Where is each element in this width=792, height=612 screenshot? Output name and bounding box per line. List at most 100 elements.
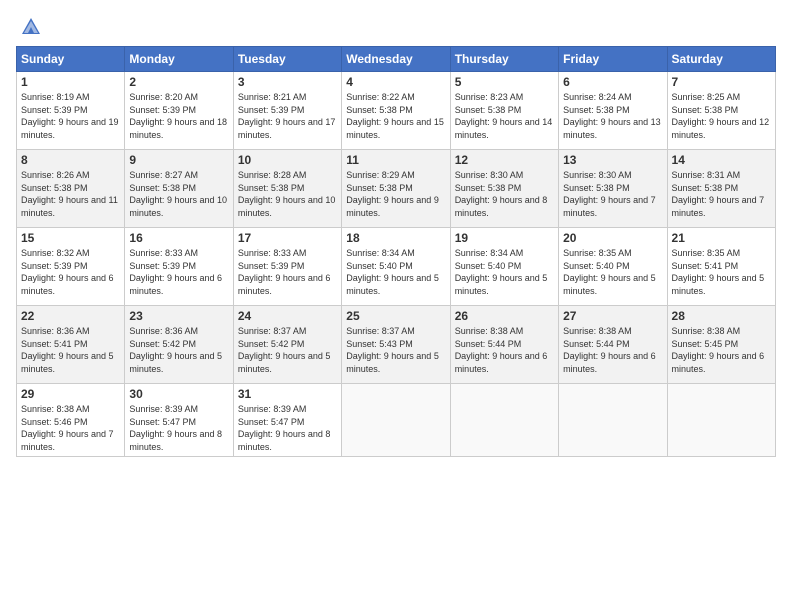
day-info: Sunrise: 8:37 AMSunset: 5:43 PMDaylight:… <box>346 325 445 375</box>
day-info: Sunrise: 8:25 AMSunset: 5:38 PMDaylight:… <box>672 91 771 141</box>
day-number: 3 <box>238 75 337 89</box>
day-number: 24 <box>238 309 337 323</box>
day-number: 27 <box>563 309 662 323</box>
day-info: Sunrise: 8:33 AMSunset: 5:39 PMDaylight:… <box>238 247 337 297</box>
calendar-cell: 2 Sunrise: 8:20 AMSunset: 5:39 PMDaylight… <box>125 72 233 150</box>
day-number: 13 <box>563 153 662 167</box>
day-info: Sunrise: 8:36 AMSunset: 5:42 PMDaylight:… <box>129 325 228 375</box>
day-info: Sunrise: 8:30 AMSunset: 5:38 PMDaylight:… <box>455 169 554 219</box>
calendar-row: 1 Sunrise: 8:19 AMSunset: 5:39 PMDaylight… <box>17 72 776 150</box>
day-number: 22 <box>21 309 120 323</box>
calendar-cell: 9Sunrise: 8:27 AMSunset: 5:38 PMDaylight… <box>125 150 233 228</box>
day-info: Sunrise: 8:33 AMSunset: 5:39 PMDaylight:… <box>129 247 228 297</box>
calendar-cell: 22 Sunrise: 8:36 AMSunset: 5:41 PMDayligh… <box>17 306 125 384</box>
day-info: Sunrise: 8:20 AMSunset: 5:39 PMDaylight:… <box>129 91 228 141</box>
logo-icon <box>20 16 42 38</box>
calendar-cell: 31Sunrise: 8:39 AMSunset: 5:47 PMDayligh… <box>233 384 341 457</box>
day-info: Sunrise: 8:24 AMSunset: 5:38 PMDaylight:… <box>563 91 662 141</box>
calendar-cell: 15Sunrise: 8:32 AMSunset: 5:39 PMDayligh… <box>17 228 125 306</box>
calendar-cell: 28Sunrise: 8:38 AMSunset: 5:45 PMDayligh… <box>667 306 775 384</box>
calendar-cell: 21Sunrise: 8:35 AMSunset: 5:41 PMDayligh… <box>667 228 775 306</box>
weekday-header-cell: Monday <box>125 47 233 72</box>
calendar-cell: 20 Sunrise: 8:35 AMSunset: 5:40 PMDayligh… <box>559 228 667 306</box>
day-number: 26 <box>455 309 554 323</box>
calendar-cell: 12 Sunrise: 8:30 AMSunset: 5:38 PMDayligh… <box>450 150 558 228</box>
day-info: Sunrise: 8:28 AMSunset: 5:38 PMDaylight:… <box>238 169 337 219</box>
calendar-cell <box>559 384 667 457</box>
day-info: Sunrise: 8:27 AMSunset: 5:38 PMDaylight:… <box>129 169 228 219</box>
calendar-cell <box>342 384 450 457</box>
day-number: 8 <box>21 153 120 167</box>
weekday-header-row: SundayMondayTuesdayWednesdayThursdayFrid… <box>17 47 776 72</box>
calendar-cell: 10Sunrise: 8:28 AMSunset: 5:38 PMDayligh… <box>233 150 341 228</box>
calendar-cell: 3 Sunrise: 8:21 AMSunset: 5:39 PMDaylight… <box>233 72 341 150</box>
day-number: 23 <box>129 309 228 323</box>
calendar-cell: 23 Sunrise: 8:36 AMSunset: 5:42 PMDayligh… <box>125 306 233 384</box>
day-info: Sunrise: 8:26 AMSunset: 5:38 PMDaylight:… <box>21 169 120 219</box>
weekday-header-cell: Tuesday <box>233 47 341 72</box>
day-number: 1 <box>21 75 120 89</box>
day-info: Sunrise: 8:35 AMSunset: 5:40 PMDaylight:… <box>563 247 662 297</box>
day-number: 2 <box>129 75 228 89</box>
calendar-cell: 4 Sunrise: 8:22 AMSunset: 5:38 PMDaylight… <box>342 72 450 150</box>
calendar-row: 8 Sunrise: 8:26 AMSunset: 5:38 PMDaylight… <box>17 150 776 228</box>
day-number: 6 <box>563 75 662 89</box>
day-info: Sunrise: 8:19 AMSunset: 5:39 PMDaylight:… <box>21 91 120 141</box>
day-info: Sunrise: 8:34 AMSunset: 5:40 PMDaylight:… <box>455 247 554 297</box>
calendar-cell: 11 Sunrise: 8:29 AMSunset: 5:38 PMDayligh… <box>342 150 450 228</box>
day-info: Sunrise: 8:30 AMSunset: 5:38 PMDaylight:… <box>563 169 662 219</box>
day-number: 21 <box>672 231 771 245</box>
day-number: 25 <box>346 309 445 323</box>
day-info: Sunrise: 8:39 AMSunset: 5:47 PMDaylight:… <box>129 403 228 453</box>
day-number: 17 <box>238 231 337 245</box>
calendar-table: SundayMondayTuesdayWednesdayThursdayFrid… <box>16 46 776 457</box>
calendar-row: 15Sunrise: 8:32 AMSunset: 5:39 PMDayligh… <box>17 228 776 306</box>
day-number: 30 <box>129 387 228 401</box>
day-info: Sunrise: 8:22 AMSunset: 5:38 PMDaylight:… <box>346 91 445 141</box>
day-number: 18 <box>346 231 445 245</box>
weekday-header-cell: Sunday <box>17 47 125 72</box>
calendar-row: 22 Sunrise: 8:36 AMSunset: 5:41 PMDayligh… <box>17 306 776 384</box>
calendar-cell: 16 Sunrise: 8:33 AMSunset: 5:39 PMDayligh… <box>125 228 233 306</box>
day-info: Sunrise: 8:38 AMSunset: 5:46 PMDaylight:… <box>21 403 120 453</box>
calendar-body: 1 Sunrise: 8:19 AMSunset: 5:39 PMDaylight… <box>17 72 776 457</box>
calendar-cell: 5 Sunrise: 8:23 AMSunset: 5:38 PMDaylight… <box>450 72 558 150</box>
day-number: 16 <box>129 231 228 245</box>
day-number: 7 <box>672 75 771 89</box>
day-number: 19 <box>455 231 554 245</box>
calendar-cell: 29Sunrise: 8:38 AMSunset: 5:46 PMDayligh… <box>17 384 125 457</box>
day-info: Sunrise: 8:23 AMSunset: 5:38 PMDaylight:… <box>455 91 554 141</box>
calendar-row: 29Sunrise: 8:38 AMSunset: 5:46 PMDayligh… <box>17 384 776 457</box>
day-info: Sunrise: 8:38 AMSunset: 5:45 PMDaylight:… <box>672 325 771 375</box>
calendar-container: SundayMondayTuesdayWednesdayThursdayFrid… <box>0 0 792 612</box>
day-info: Sunrise: 8:31 AMSunset: 5:38 PMDaylight:… <box>672 169 771 219</box>
calendar-cell: 8 Sunrise: 8:26 AMSunset: 5:38 PMDaylight… <box>17 150 125 228</box>
weekday-header-cell: Friday <box>559 47 667 72</box>
weekday-header-cell: Saturday <box>667 47 775 72</box>
day-info: Sunrise: 8:38 AMSunset: 5:44 PMDaylight:… <box>455 325 554 375</box>
day-number: 4 <box>346 75 445 89</box>
calendar-cell <box>450 384 558 457</box>
calendar-cell <box>667 384 775 457</box>
day-info: Sunrise: 8:37 AMSunset: 5:42 PMDaylight:… <box>238 325 337 375</box>
calendar-cell: 26 Sunrise: 8:38 AMSunset: 5:44 PMDayligh… <box>450 306 558 384</box>
day-info: Sunrise: 8:36 AMSunset: 5:41 PMDaylight:… <box>21 325 120 375</box>
weekday-header-cell: Thursday <box>450 47 558 72</box>
day-number: 12 <box>455 153 554 167</box>
calendar-cell: 27Sunrise: 8:38 AMSunset: 5:44 PMDayligh… <box>559 306 667 384</box>
day-info: Sunrise: 8:21 AMSunset: 5:39 PMDaylight:… <box>238 91 337 141</box>
day-number: 14 <box>672 153 771 167</box>
day-number: 11 <box>346 153 445 167</box>
calendar-cell: 1 Sunrise: 8:19 AMSunset: 5:39 PMDaylight… <box>17 72 125 150</box>
calendar-cell: 14 Sunrise: 8:31 AMSunset: 5:38 PMDayligh… <box>667 150 775 228</box>
calendar-cell: 24 Sunrise: 8:37 AMSunset: 5:42 PMDayligh… <box>233 306 341 384</box>
day-info: Sunrise: 8:32 AMSunset: 5:39 PMDaylight:… <box>21 247 120 297</box>
logo <box>16 16 42 38</box>
calendar-cell: 25 Sunrise: 8:37 AMSunset: 5:43 PMDayligh… <box>342 306 450 384</box>
day-number: 5 <box>455 75 554 89</box>
day-info: Sunrise: 8:29 AMSunset: 5:38 PMDaylight:… <box>346 169 445 219</box>
weekday-header-cell: Wednesday <box>342 47 450 72</box>
day-number: 20 <box>563 231 662 245</box>
calendar-cell: 30 Sunrise: 8:39 AMSunset: 5:47 PMDayligh… <box>125 384 233 457</box>
logo-text <box>16 16 42 38</box>
